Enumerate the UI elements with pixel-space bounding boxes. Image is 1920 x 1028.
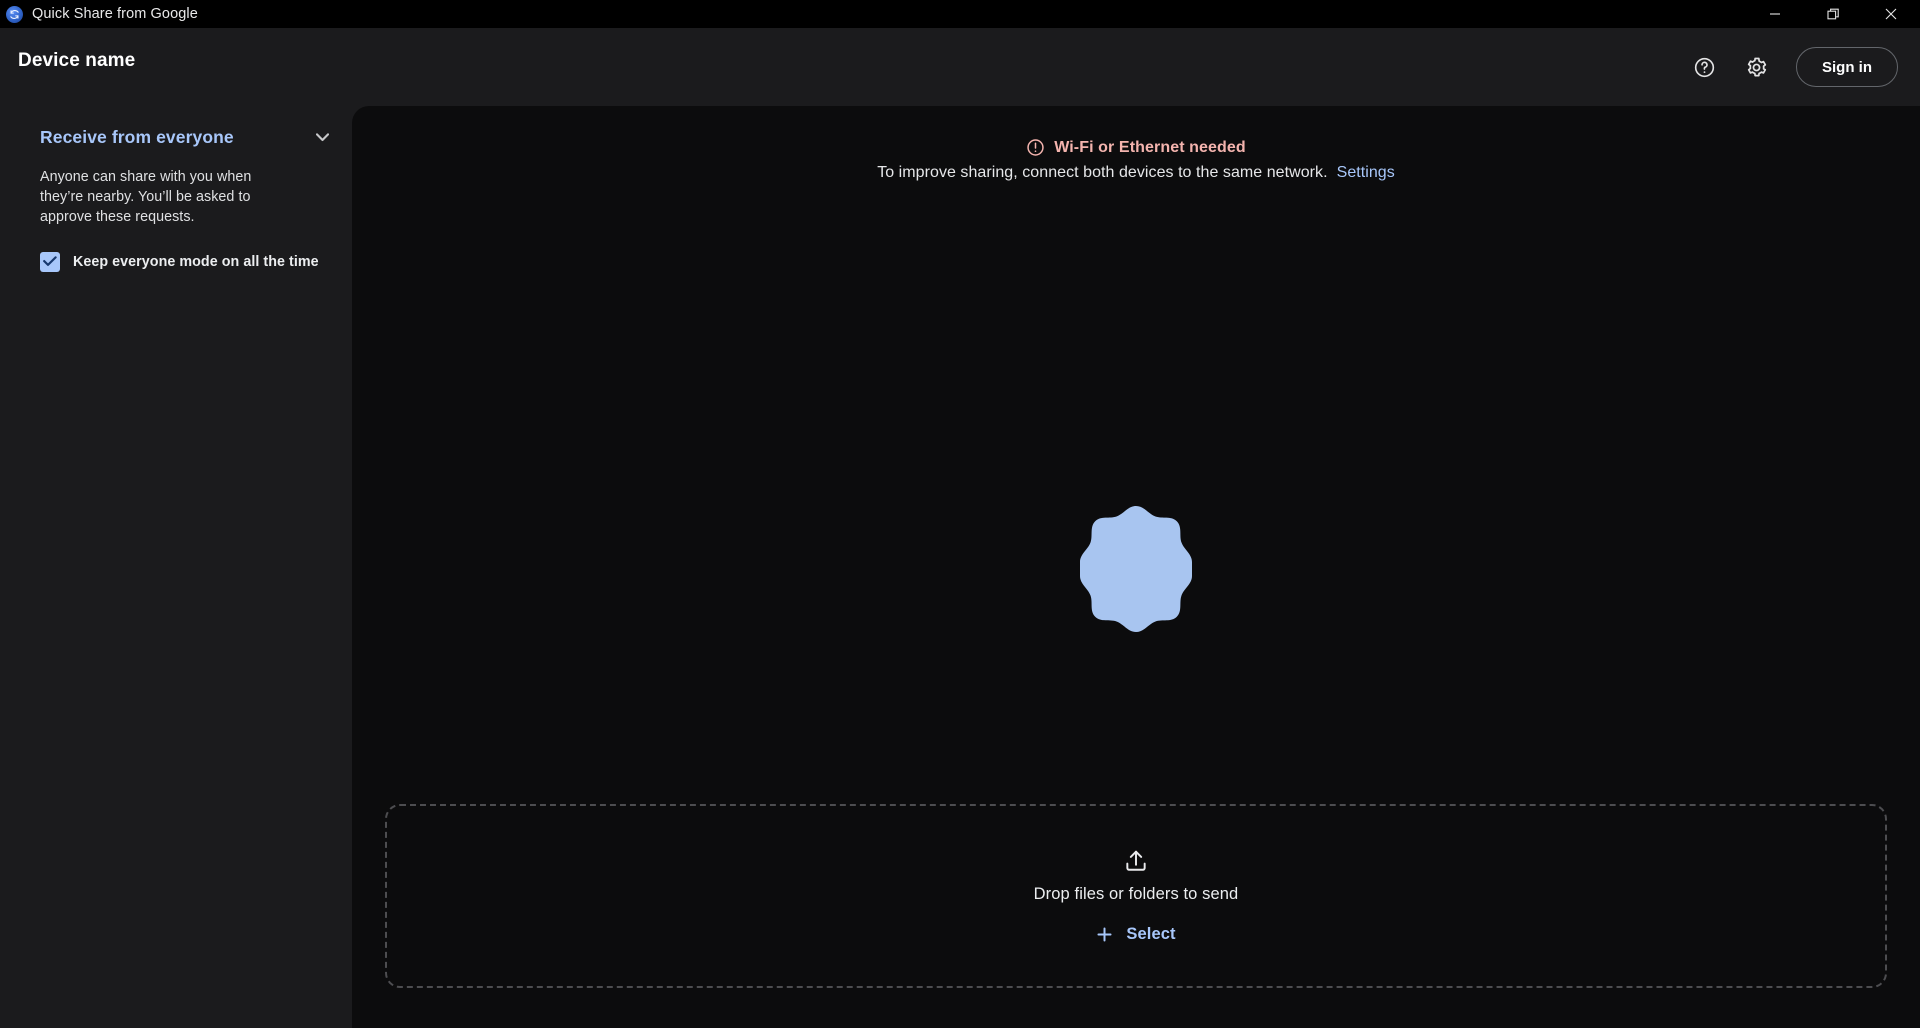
keep-everyone-mode-row[interactable]: Keep everyone mode on all the time (0, 228, 352, 272)
gear-icon (1745, 56, 1768, 79)
network-notice-title: Wi-Fi or Ethernet needed (1054, 138, 1246, 156)
receive-mode-description: Anyone can share with you when they’re n… (40, 169, 252, 226)
title-bar-left-group: Quick Share from Google (0, 5, 198, 23)
window-title-bar: Quick Share from Google (0, 0, 1920, 28)
file-dropzone[interactable]: Drop files or folders to send Select (385, 804, 1887, 988)
check-icon (43, 256, 57, 267)
network-notice-title-row: Wi-Fi or Ethernet needed (352, 138, 1920, 157)
network-notice-body: To improve sharing, connect both devices… (877, 164, 1328, 181)
window-title: Quick Share from Google (32, 6, 198, 22)
settings-link[interactable]: Settings (1337, 164, 1395, 181)
close-button[interactable] (1862, 0, 1920, 28)
select-label: Select (1126, 925, 1176, 943)
help-button[interactable] (1684, 47, 1724, 87)
header-actions: Sign in (1684, 47, 1898, 87)
network-notice-body-row: To improve sharing, connect both devices… (352, 164, 1920, 182)
receive-mode-label: Receive from everyone (40, 126, 234, 147)
app-header: Device name Sign in (0, 28, 1920, 106)
quick-share-blob-graphic (1068, 501, 1204, 637)
sign-in-button[interactable]: Sign in (1796, 47, 1898, 87)
sidebar: Receive from everyone Anyone can share w… (0, 106, 352, 1028)
help-circle-icon (1693, 56, 1716, 79)
select-files-button[interactable]: Select (1096, 925, 1176, 944)
plus-icon (1096, 926, 1113, 943)
maximize-restore-button[interactable] (1804, 0, 1862, 28)
quick-share-logo-icon (6, 5, 23, 23)
keep-everyone-mode-checkbox[interactable] (40, 251, 60, 272)
dropzone-instruction: Drop files or folders to send (1033, 885, 1239, 903)
page-title: Device name (18, 50, 136, 71)
upload-icon (1123, 848, 1149, 874)
window-controls (1746, 0, 1920, 28)
receive-mode-dropdown[interactable]: Receive from everyone (0, 120, 352, 154)
error-exclamation-circle-icon (1026, 138, 1045, 157)
keep-everyone-mode-label: Keep everyone mode on all the time (73, 253, 319, 270)
main-panel: Wi-Fi or Ethernet needed To improve shar… (352, 106, 1920, 1028)
chevron-down-icon (314, 129, 330, 145)
network-notice: Wi-Fi or Ethernet needed To improve shar… (352, 138, 1920, 182)
body-area: Receive from everyone Anyone can share w… (0, 106, 1920, 1028)
minimize-button[interactable] (1746, 0, 1804, 28)
settings-button[interactable] (1736, 47, 1776, 87)
